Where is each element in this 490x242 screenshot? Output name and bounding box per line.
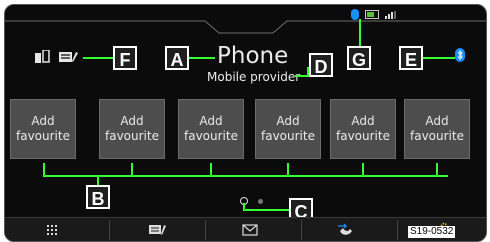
callout-b: B <box>86 185 110 209</box>
callout-b-line <box>97 175 99 185</box>
callout-f-line <box>83 57 113 59</box>
add-favourite-button[interactable]: Add favourite <box>178 99 244 159</box>
add-favourite-button[interactable]: Add favourite <box>330 99 396 159</box>
callout-b-tick <box>210 163 212 177</box>
nav-separator <box>109 220 110 240</box>
callout-c-line <box>243 209 289 211</box>
nav-separator <box>397 220 398 240</box>
callout-f: F <box>113 46 137 70</box>
contacts-icon <box>149 225 166 235</box>
callout-a-line <box>189 57 215 59</box>
tile-label: Add favourite <box>105 114 159 143</box>
callout-b-tick <box>131 163 133 177</box>
call-list-icon <box>338 223 352 235</box>
add-favourite-button[interactable]: Add favourite <box>404 99 470 159</box>
tile-label: Add favourite <box>16 114 70 143</box>
nav-separator <box>301 220 302 240</box>
messages-button[interactable] <box>211 218 289 241</box>
keypad-button[interactable] <box>13 218 91 241</box>
bluetooth-icon[interactable] <box>455 48 465 62</box>
phones-icon[interactable] <box>35 50 50 64</box>
status-bar <box>351 9 396 20</box>
provider-name: Mobile provider <box>207 70 301 84</box>
call-list-button[interactable] <box>307 218 385 241</box>
tile-label: Add favourite <box>410 114 464 143</box>
bluetooth-icon <box>351 9 359 20</box>
battery-icon <box>365 10 379 19</box>
page-dot[interactable] <box>258 198 263 204</box>
callout-b-tick <box>287 163 289 177</box>
figure-reference: S19-0532 <box>408 226 456 238</box>
keypad-icon <box>47 225 57 235</box>
top-notch <box>5 20 486 34</box>
contacts-icon[interactable] <box>59 50 79 64</box>
callout-a: A <box>165 46 189 70</box>
callout-g: G <box>347 46 371 70</box>
callout-e-line <box>423 57 455 59</box>
callout-e: E <box>399 46 423 70</box>
nav-separator <box>205 220 206 240</box>
page-title: Phone <box>217 43 289 69</box>
callout-b-tick <box>362 163 364 177</box>
callout-d: D <box>309 53 333 77</box>
add-favourite-button[interactable]: Add favourite <box>10 99 76 159</box>
tile-label: Add favourite <box>184 114 238 143</box>
infotainment-screen: Phone Mobile provider F A D G E Add favo… <box>4 4 487 242</box>
callout-c-line <box>243 203 245 211</box>
add-favourite-button[interactable]: Add favourite <box>255 99 321 159</box>
callout-b-tick <box>436 163 438 177</box>
envelope-icon <box>242 224 258 236</box>
tile-label: Add favourite <box>336 114 390 143</box>
add-favourite-button[interactable]: Add favourite <box>99 99 165 159</box>
callout-b-tick <box>43 163 45 177</box>
contacts-button[interactable] <box>119 218 197 241</box>
callout-b-bracket <box>43 175 448 177</box>
tile-label: Add favourite <box>261 114 315 143</box>
signal-strength-icon <box>385 10 396 19</box>
